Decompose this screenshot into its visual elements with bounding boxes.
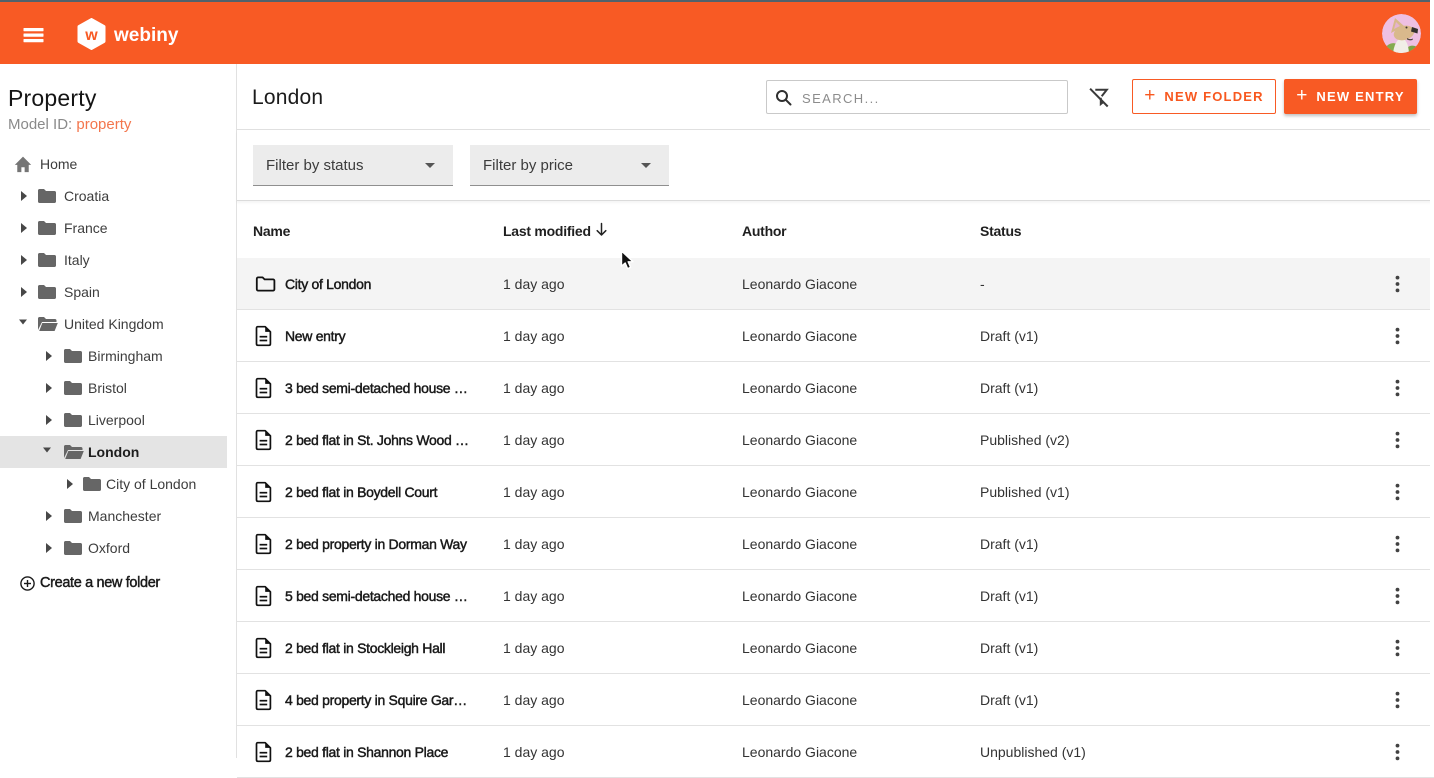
svg-text:w: w xyxy=(84,27,98,44)
